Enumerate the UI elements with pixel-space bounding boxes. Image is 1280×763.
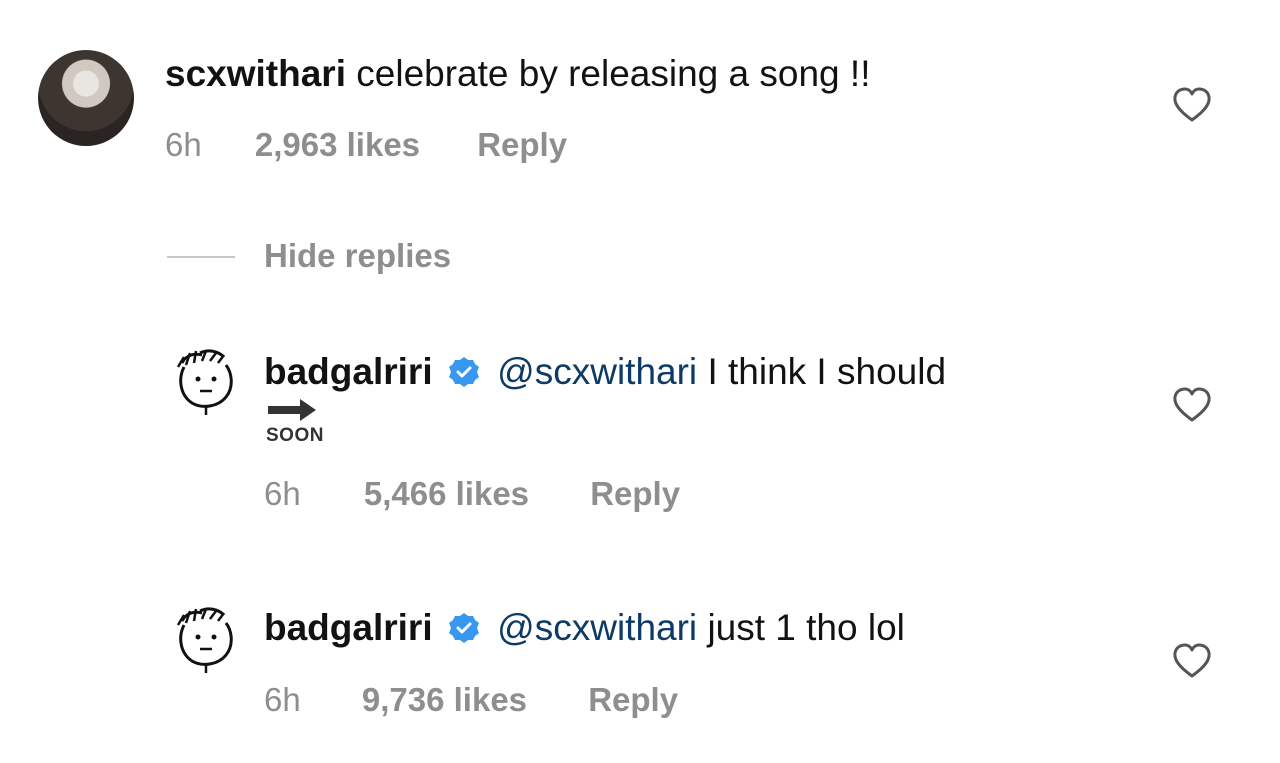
soon-sticker-text: SOON xyxy=(266,425,324,446)
reply-2-time: 6h xyxy=(264,681,301,718)
comment-text-line: scxwithari celebrate by releasing a song… xyxy=(165,52,870,96)
comment-likes[interactable]: 2,963 likes xyxy=(255,126,420,163)
heart-icon[interactable] xyxy=(1172,87,1212,123)
doodle-face-avatar[interactable] xyxy=(170,603,242,675)
reply-1-meta: 6h 5,466 likes Reply xyxy=(264,474,680,514)
reply-1-text-line: badgalriri @scxwithari I think I should xyxy=(264,350,946,394)
reply-2-reply-button[interactable]: Reply xyxy=(588,681,678,718)
verified-badge-icon xyxy=(448,613,479,643)
reply-1-mention[interactable]: @scxwithari xyxy=(497,351,697,392)
hide-replies-button[interactable]: Hide replies xyxy=(264,236,451,276)
reply-2-text-line: badgalriri @scxwithari just 1 tho lol xyxy=(264,606,905,650)
comment-text: celebrate by releasing a song !! xyxy=(356,53,871,94)
reply-1-username[interactable]: badgalriri xyxy=(264,351,433,392)
heart-icon[interactable] xyxy=(1172,387,1212,423)
reply-2-text: just 1 tho lol xyxy=(707,607,905,648)
comment-time: 6h xyxy=(165,126,202,163)
reply-1-time: 6h xyxy=(264,475,301,512)
reply-2-likes[interactable]: 9,736 likes xyxy=(362,681,527,718)
verified-badge-icon xyxy=(448,357,479,387)
comment-meta: 6h 2,963 likes Reply xyxy=(165,125,567,165)
comment-reply-button[interactable]: Reply xyxy=(477,126,567,163)
reply-1-text: I think I should xyxy=(707,351,947,392)
reply-1-reply-button[interactable]: Reply xyxy=(590,475,680,512)
avatar[interactable] xyxy=(38,50,134,146)
doodle-face-avatar[interactable] xyxy=(170,345,242,417)
reply-2-username[interactable]: badgalriri xyxy=(264,607,433,648)
reply-1-likes[interactable]: 5,466 likes xyxy=(364,475,529,512)
replies-divider xyxy=(167,256,235,258)
heart-icon[interactable] xyxy=(1172,643,1212,679)
reply-2-meta: 6h 9,736 likes Reply xyxy=(264,680,678,720)
soon-arrow-icon xyxy=(268,399,316,421)
reply-2-mention[interactable]: @scxwithari xyxy=(497,607,697,648)
comment-username[interactable]: scxwithari xyxy=(165,53,346,94)
